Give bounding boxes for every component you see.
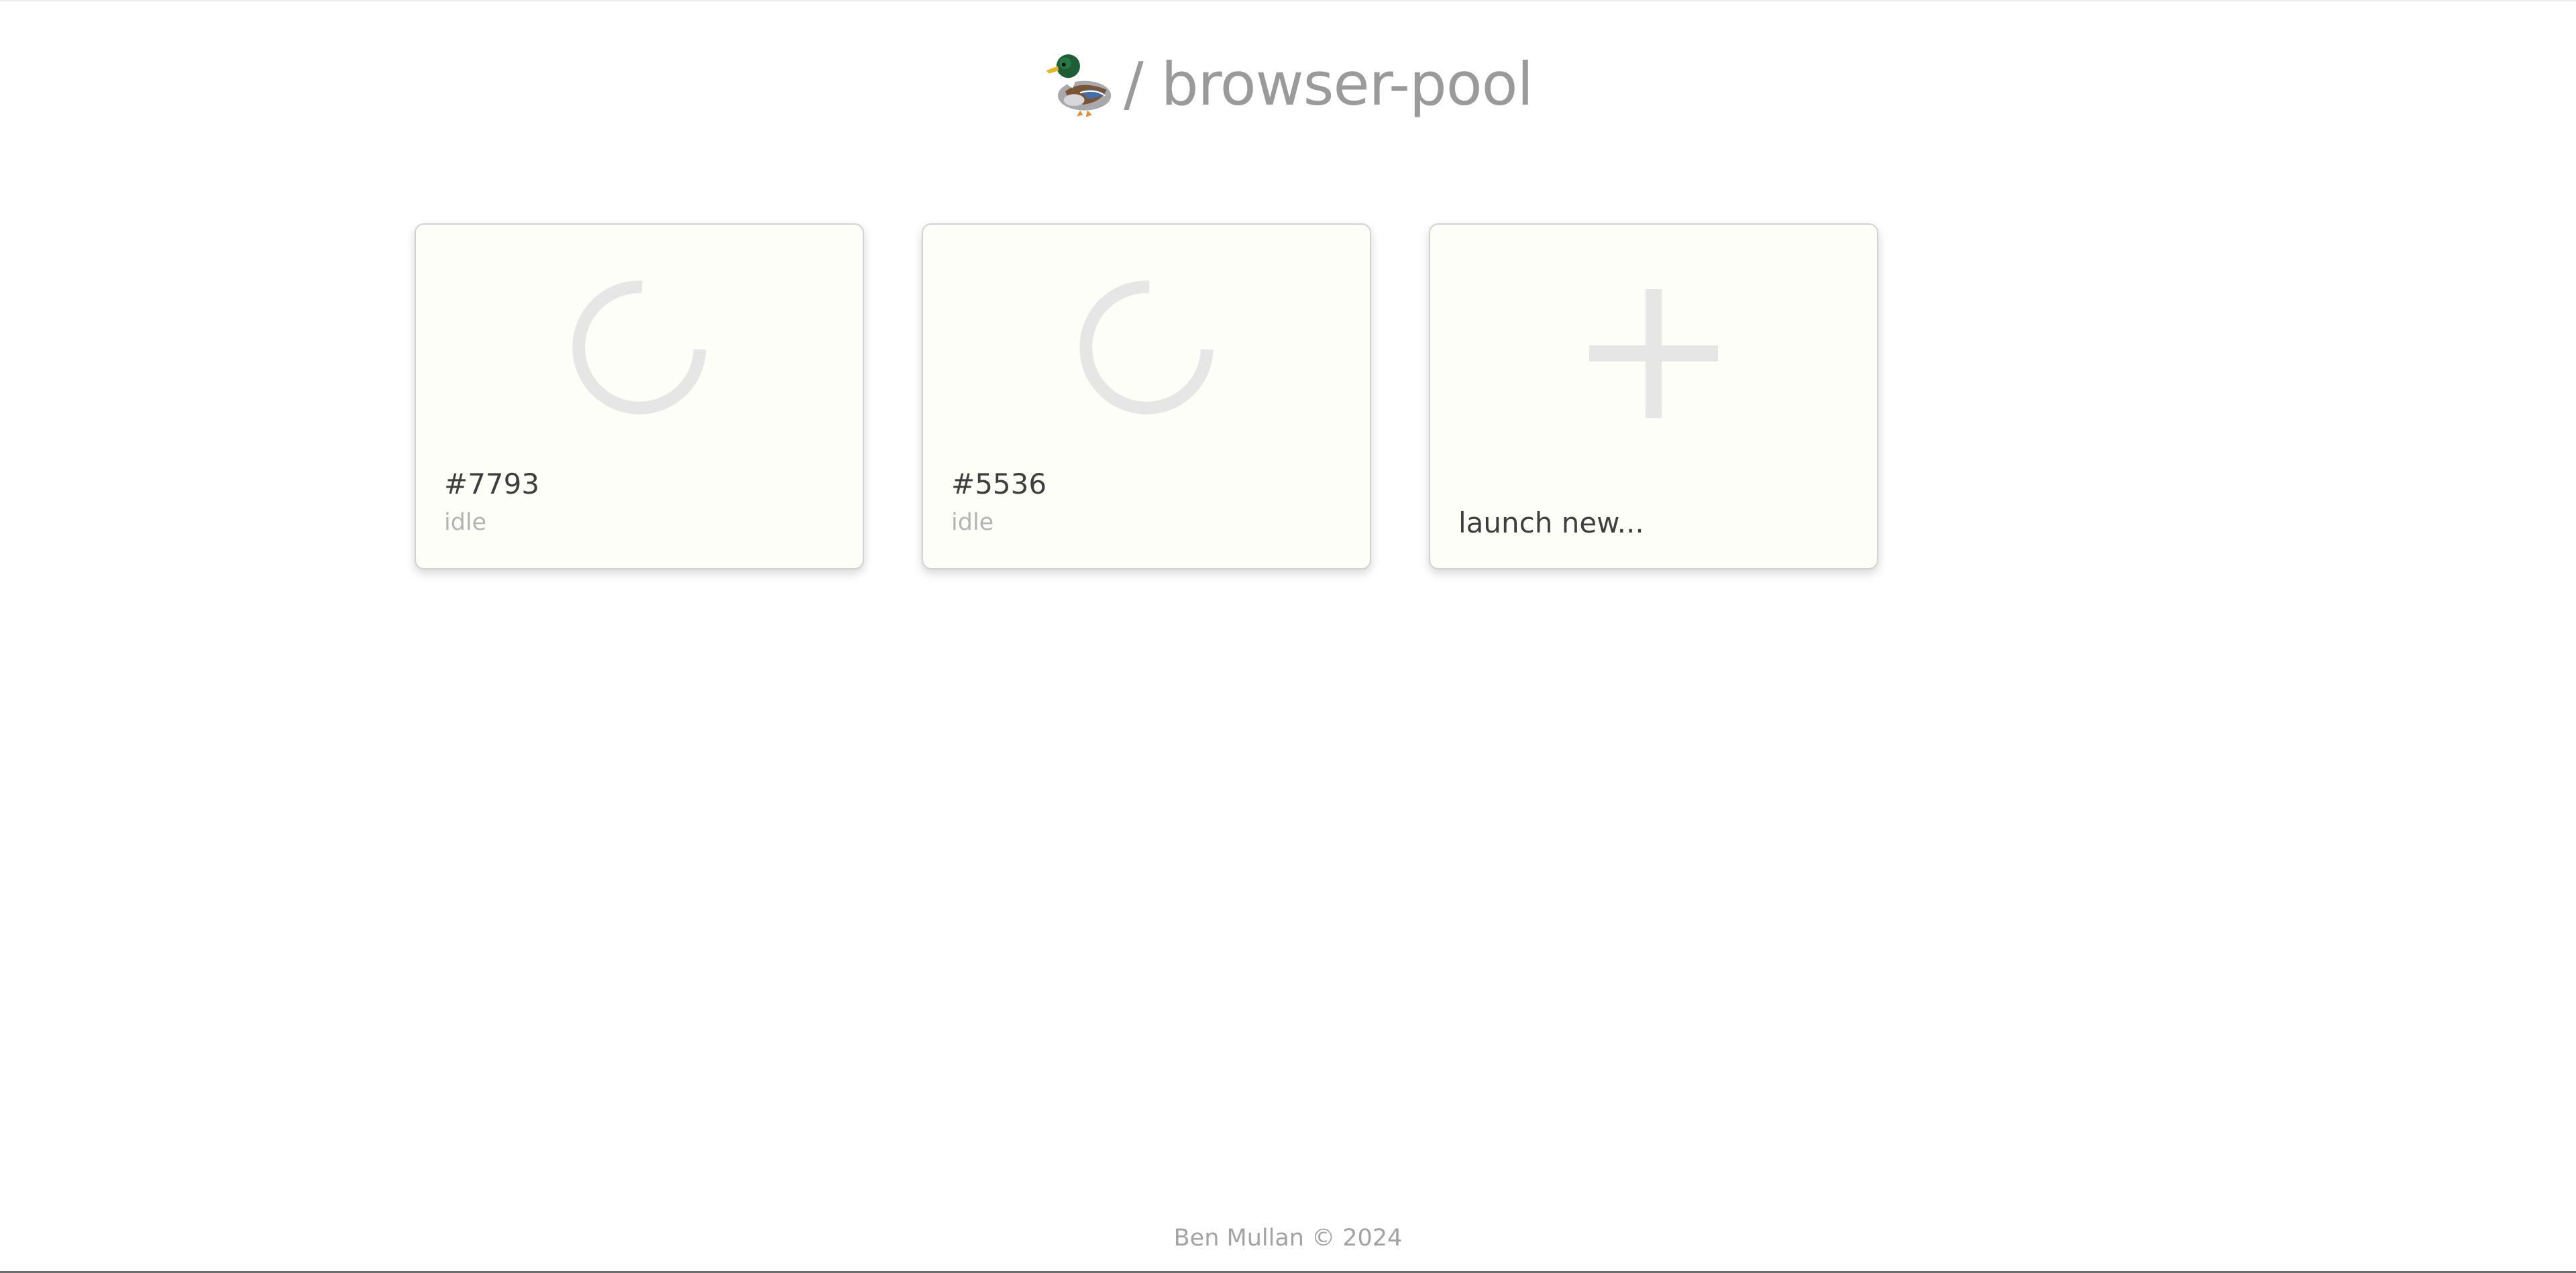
launch-new-label: launch new...	[1458, 506, 1644, 539]
loading-spinner-icon	[1079, 280, 1214, 414]
browser-id: #5536	[951, 467, 1047, 500]
footer: Ben Mullan © 2024	[0, 1225, 2576, 1252]
plus-icon	[1589, 289, 1718, 418]
brand[interactable]: / browser-pool	[1043, 47, 1534, 121]
browser-card[interactable]: #7793 idle	[415, 223, 864, 569]
browser-card[interactable]: #5536 idle	[922, 223, 1371, 569]
launch-new-button[interactable]: launch new...	[1429, 223, 1878, 569]
loading-spinner-icon	[572, 280, 706, 414]
browser-grid: #7793 idle #5536 idle launch new...	[415, 223, 1878, 569]
page: / browser-pool #7793 idle #5536 idle lau…	[0, 0, 2576, 1273]
page-title: / browser-pool	[1124, 49, 1534, 119]
header: / browser-pool	[0, 40, 2576, 127]
browser-status: idle	[444, 509, 487, 536]
footer-text: Ben Mullan © 2024	[1173, 1225, 1403, 1252]
browser-id: #7793	[444, 467, 540, 500]
browser-status: idle	[951, 509, 994, 536]
duck-icon	[1046, 54, 1112, 117]
